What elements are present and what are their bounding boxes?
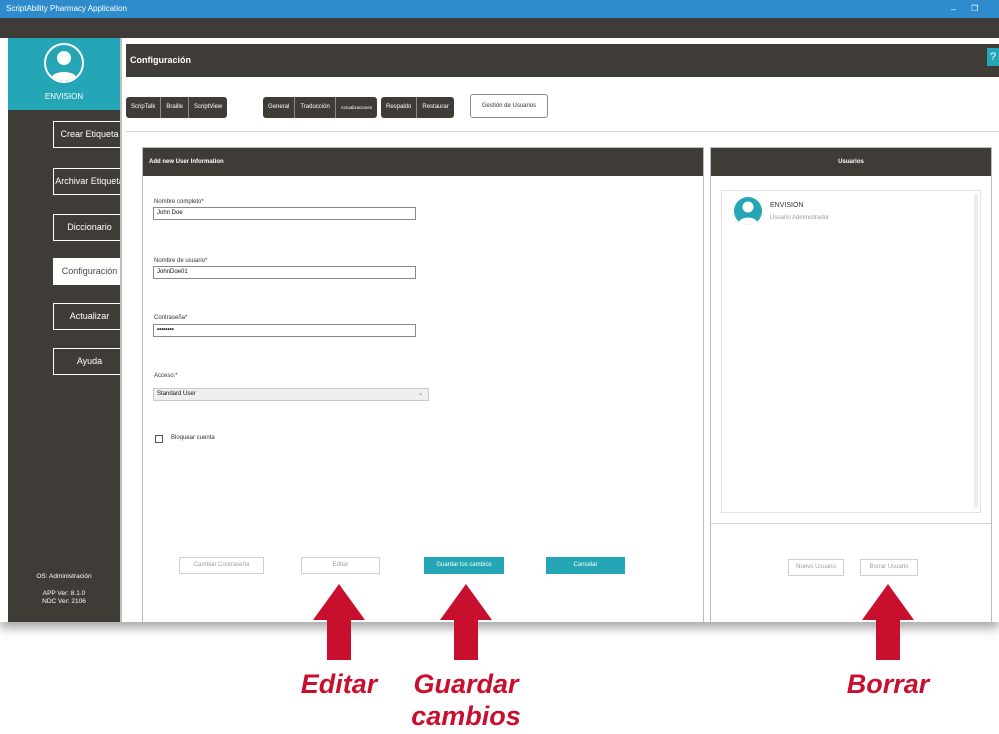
password-field[interactable]: •••••••• xyxy=(153,324,416,337)
annotation-save-line2: cambios xyxy=(411,701,521,731)
app-window: ScriptAbility Pharmacy Application – ❐ E… xyxy=(0,0,999,622)
tab-group-scriptalk: ScripTalk Braille ScriptView xyxy=(126,97,228,118)
top-strip xyxy=(0,18,999,38)
users-panel-title: Usuarios xyxy=(711,148,991,176)
add-user-panel-title: Add new User Information xyxy=(143,148,703,176)
lock-account-label: Bloquear cuenta xyxy=(171,435,215,441)
window-titlebar: ScriptAbility Pharmacy Application xyxy=(0,0,999,18)
divider xyxy=(126,131,999,132)
annotation-edit: Editar xyxy=(300,669,378,699)
save-arrow-icon xyxy=(440,584,492,660)
new-user-button[interactable]: Nuevo Usuario xyxy=(788,559,844,576)
tab-scriptalk[interactable]: ScripTalk xyxy=(126,97,162,118)
tab-restaurar[interactable]: Restaurar xyxy=(417,97,453,118)
full-name-label: Nombre completo* xyxy=(154,199,204,205)
sidebar-item-diccionario[interactable]: Diccionario xyxy=(53,214,125,241)
annotation-save-line1: Guardar xyxy=(413,669,519,699)
user-avatar-icon xyxy=(734,197,762,225)
tab-traduccion[interactable]: Traducción xyxy=(295,97,336,118)
access-select[interactable]: Standard User ⌄ xyxy=(153,388,429,401)
add-user-panel: Add new User Information Nombre completo… xyxy=(142,147,704,622)
change-password-button[interactable]: Cambiar Contraseña xyxy=(179,557,264,574)
users-panel-divider xyxy=(711,523,991,524)
tab-group-general: General Traducción Actualizaciones xyxy=(263,97,378,118)
user-list: ENVISION Usuario Administrador xyxy=(721,190,981,513)
save-button[interactable]: Guardar los cambios xyxy=(424,557,504,574)
tab-actualizaciones[interactable]: Actualizaciones xyxy=(336,97,377,118)
sidebar-item-crear-etiqueta[interactable]: Crear Etiqueta xyxy=(53,121,125,148)
sidebar-os: OS: Administración xyxy=(36,573,92,580)
page-title-bar: Configuración xyxy=(126,44,999,77)
sidebar: ENVISION Crear Etiqueta Archivar Etiquet… xyxy=(8,38,125,622)
edit-arrow-icon xyxy=(313,584,365,660)
password-label: Contraseña* xyxy=(154,315,188,321)
tab-braille[interactable]: Braille xyxy=(161,97,190,118)
username-field[interactable]: JohnDoe01 xyxy=(153,266,416,279)
chevron-down-icon: ⌄ xyxy=(417,391,423,397)
user-list-role: Usuario Administrador xyxy=(770,215,830,221)
sidebar-item-ayuda[interactable]: Ayuda xyxy=(53,348,125,375)
tab-scriptview[interactable]: ScriptView xyxy=(189,97,227,118)
access-select-value: Standard User xyxy=(157,391,196,397)
full-name-field[interactable]: John Doe xyxy=(153,207,416,220)
restore-icon[interactable]: ❐ xyxy=(971,0,978,18)
cancel-button[interactable]: Cancelar xyxy=(546,557,625,574)
sidebar-user-block: ENVISION xyxy=(8,38,120,110)
lock-account-checkbox[interactable] xyxy=(155,435,163,443)
stage: ScriptAbility Pharmacy Application – ❐ E… xyxy=(0,0,999,734)
tab-general[interactable]: General xyxy=(263,97,296,118)
tab-respaldo[interactable]: Respaldo xyxy=(381,97,418,118)
delete-arrow-icon xyxy=(862,584,914,660)
edit-button[interactable]: Editar xyxy=(301,557,380,574)
access-label: Acceso:* xyxy=(154,373,178,379)
user-list-name: ENVISION xyxy=(770,202,804,209)
sidebar-app-version: APP Ver: 8.1.0 xyxy=(42,590,86,597)
sidebar-item-actualizar[interactable]: Actualizar xyxy=(53,303,125,330)
users-panel: Usuarios ENVISION Usuario Administrador xyxy=(710,147,992,622)
page-title: Configuración xyxy=(130,55,191,65)
help-button[interactable]: ? xyxy=(987,48,999,66)
sidebar-item-configuracion[interactable]: Configuración xyxy=(53,258,125,285)
sidebar-item-archivar-etiqueta[interactable]: Archivar Etiqueta xyxy=(53,168,125,195)
main-content: Configuración ? ScripTalk Braille Script… xyxy=(120,38,999,622)
username-label: Nombre de usuario* xyxy=(154,258,208,264)
user-avatar-icon xyxy=(44,43,84,83)
minimize-icon[interactable]: – xyxy=(951,0,956,18)
user-list-scrollbar[interactable] xyxy=(974,194,978,508)
tab-group-respaldo: Respaldo Restaurar xyxy=(381,97,454,118)
sidebar-user-name: ENVISION xyxy=(44,92,84,101)
annotation-delete: Borrar xyxy=(846,669,930,699)
delete-user-button[interactable]: Borrar Usuario xyxy=(860,559,918,576)
window-title: ScriptAbility Pharmacy Application xyxy=(6,4,127,13)
sidebar-ndc-version: NDC Ver: 2106 xyxy=(42,598,86,605)
tab-gestion-de-usuarios[interactable]: Gestión de Usuarios xyxy=(470,94,548,118)
